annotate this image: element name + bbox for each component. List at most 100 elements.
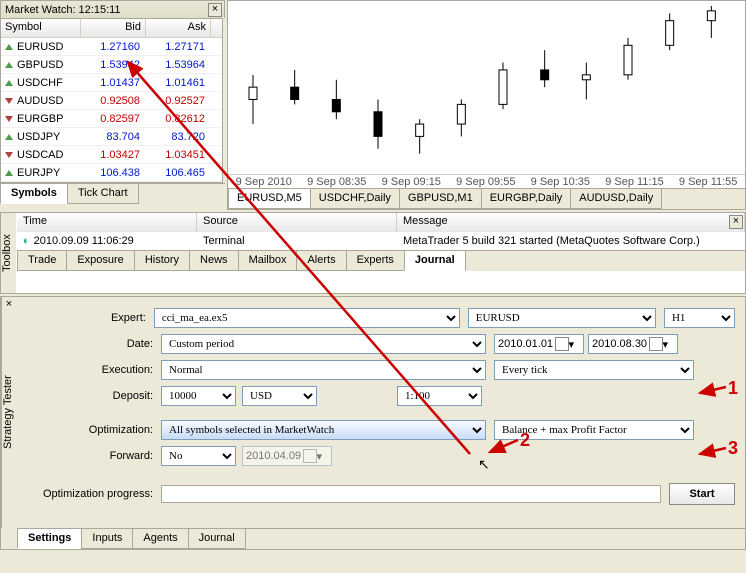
symbol-name: USDJPY [17,131,60,143]
label-progress: Optimization progress: [31,488,161,500]
calendar-icon[interactable] [555,337,568,351]
chevron-down-icon[interactable]: ▾ [569,338,580,351]
forward-select[interactable]: No [161,446,236,466]
close-icon[interactable]: × [208,3,222,17]
symbol-row[interactable]: EURUSD 1.27160 1.27171 [1,38,222,56]
currency-select[interactable]: USD [242,386,317,406]
direction-icon [5,62,13,68]
col-ask[interactable]: Ask [146,19,211,37]
market-watch-title: Market Watch: 12:15:11 [5,4,121,16]
expert-select[interactable]: cci_ma_ea.ex5 [154,308,460,328]
ask-value: 1.53964 [146,59,211,71]
chart-tab[interactable]: GBPUSD,M1 [399,189,482,209]
symbol-row[interactable]: EURGBP 0.82597 0.82612 [1,110,222,128]
symbol-row[interactable]: GBPUSD 1.53942 1.53964 [1,56,222,74]
symbol-select[interactable]: EURUSD [468,308,657,328]
chevron-down-icon[interactable]: ▾ [663,338,674,351]
period-select[interactable]: H1 [664,308,735,328]
toolbox-tab-alerts[interactable]: Alerts [296,251,346,271]
date-mode-select[interactable]: Custom period [161,334,486,354]
label-date: Date: [31,338,161,350]
chart-tab[interactable]: EURUSD,M5 [228,189,311,209]
toolbox-tab-news[interactable]: News [189,251,239,271]
direction-icon [5,98,13,104]
col-bid[interactable]: Bid [81,19,146,37]
ask-value: 0.82612 [146,113,211,125]
chevron-down-icon: ▾ [317,450,328,463]
bid-value: 106.438 [81,167,146,179]
chart-tab[interactable]: AUDUSD,Daily [570,189,662,209]
symbol-name: EURUSD [17,41,63,53]
label-execution: Execution: [31,364,161,376]
symbol-row[interactable]: AUDUSD 0.92508 0.92527 [1,92,222,110]
symbol-name: USDCHF [17,77,63,89]
direction-icon [5,134,13,140]
symbol-row[interactable]: USDJPY 83.704 83.720 [1,128,222,146]
optimization-select[interactable]: All symbols selected in MarketWatch [161,420,486,440]
strategy-tester-panel: Strategy Tester × Expert: cci_ma_ea.ex5 … [0,296,746,550]
bid-value: 1.27160 [81,41,146,53]
toolbox-tab-journal[interactable]: Journal [404,251,466,271]
bid-value: 1.03427 [81,149,146,161]
symbol-row[interactable]: EURJPY 106.438 106.465 [1,164,222,182]
symbol-name: GBPUSD [17,59,63,71]
toolbox-panel: Toolbox × Time Source Message ◐2010.09.0… [0,212,746,294]
ask-value: 0.92527 [146,95,211,107]
chart-tab[interactable]: USDCHF,Daily [310,189,400,209]
tester-tab-inputs[interactable]: Inputs [81,529,133,549]
execution-select[interactable]: Normal [161,360,486,380]
direction-icon [5,152,13,158]
toolbox-tab-trade[interactable]: Trade [17,251,67,271]
deposit-select[interactable]: 10000 [161,386,236,406]
ask-value: 1.01461 [146,77,211,89]
annotation-1: 1 [728,378,738,399]
tester-tab-agents[interactable]: Agents [132,529,188,549]
journal-row[interactable]: ◐2010.09.09 11:06:29 Terminal MetaTrader… [17,232,745,250]
chart-x-axis: 9 Sep 20109 Sep 08:359 Sep 09:159 Sep 09… [228,174,745,188]
label-deposit: Deposit: [31,390,161,402]
model-select[interactable]: Every tick [494,360,694,380]
bid-value: 1.01437 [81,77,146,89]
close-icon[interactable]: × [3,299,15,311]
info-icon: ◐ [23,235,30,247]
symbol-name: USDCAD [17,149,63,161]
chart-tab[interactable]: EURGBP,Daily [481,189,572,209]
market-watch-titlebar: Market Watch: 12:15:11 × [0,0,225,18]
direction-icon [5,170,13,176]
col-time[interactable]: Time [17,213,197,232]
market-watch-header: Symbol Bid Ask [1,19,222,38]
symbol-row[interactable]: USDCHF 1.01437 1.01461 [1,74,222,92]
calendar-icon [303,449,316,463]
label-optimization: Optimization: [31,424,161,436]
date-to-input[interactable]: 2010.08.30▾ [588,334,678,354]
symbol-row[interactable]: USDCAD 1.03427 1.03451 [1,146,222,164]
chart-panel[interactable]: 9 Sep 20109 Sep 08:359 Sep 09:159 Sep 09… [227,0,746,210]
tab-tick-chart[interactable]: Tick Chart [67,184,139,204]
date-from-input[interactable]: 2010.01.01▾ [494,334,584,354]
annotation-2: 2 [520,430,530,451]
tester-tab-settings[interactable]: Settings [17,529,82,549]
toolbox-tab-experts[interactable]: Experts [346,251,405,271]
tester-tab-journal[interactable]: Journal [188,529,246,549]
toolbox-tab-history[interactable]: History [134,251,190,271]
bid-value: 0.92508 [81,95,146,107]
toolbox-tab-mailbox[interactable]: Mailbox [238,251,298,271]
toolbox-label: Toolbox [0,213,16,293]
close-icon[interactable]: × [729,215,743,229]
calendar-icon[interactable] [649,337,662,351]
forward-date-input: 2010.04.09▾ [242,446,332,466]
direction-icon [5,44,13,50]
bid-value: 0.82597 [81,113,146,125]
direction-icon [5,80,13,86]
leverage-select[interactable]: 1:100 [397,386,482,406]
col-source[interactable]: Source [197,213,397,232]
annotation-3: 3 [728,438,738,459]
symbol-name: EURJPY [17,167,60,179]
col-message[interactable]: Message [397,213,745,232]
tab-symbols[interactable]: Symbols [0,184,68,204]
col-symbol[interactable]: Symbol [1,19,81,37]
toolbox-tab-exposure[interactable]: Exposure [66,251,134,271]
market-watch-panel: Market Watch: 12:15:11 × Symbol Bid Ask … [0,0,225,210]
ask-value: 106.465 [146,167,211,179]
start-button[interactable]: Start [669,483,735,505]
